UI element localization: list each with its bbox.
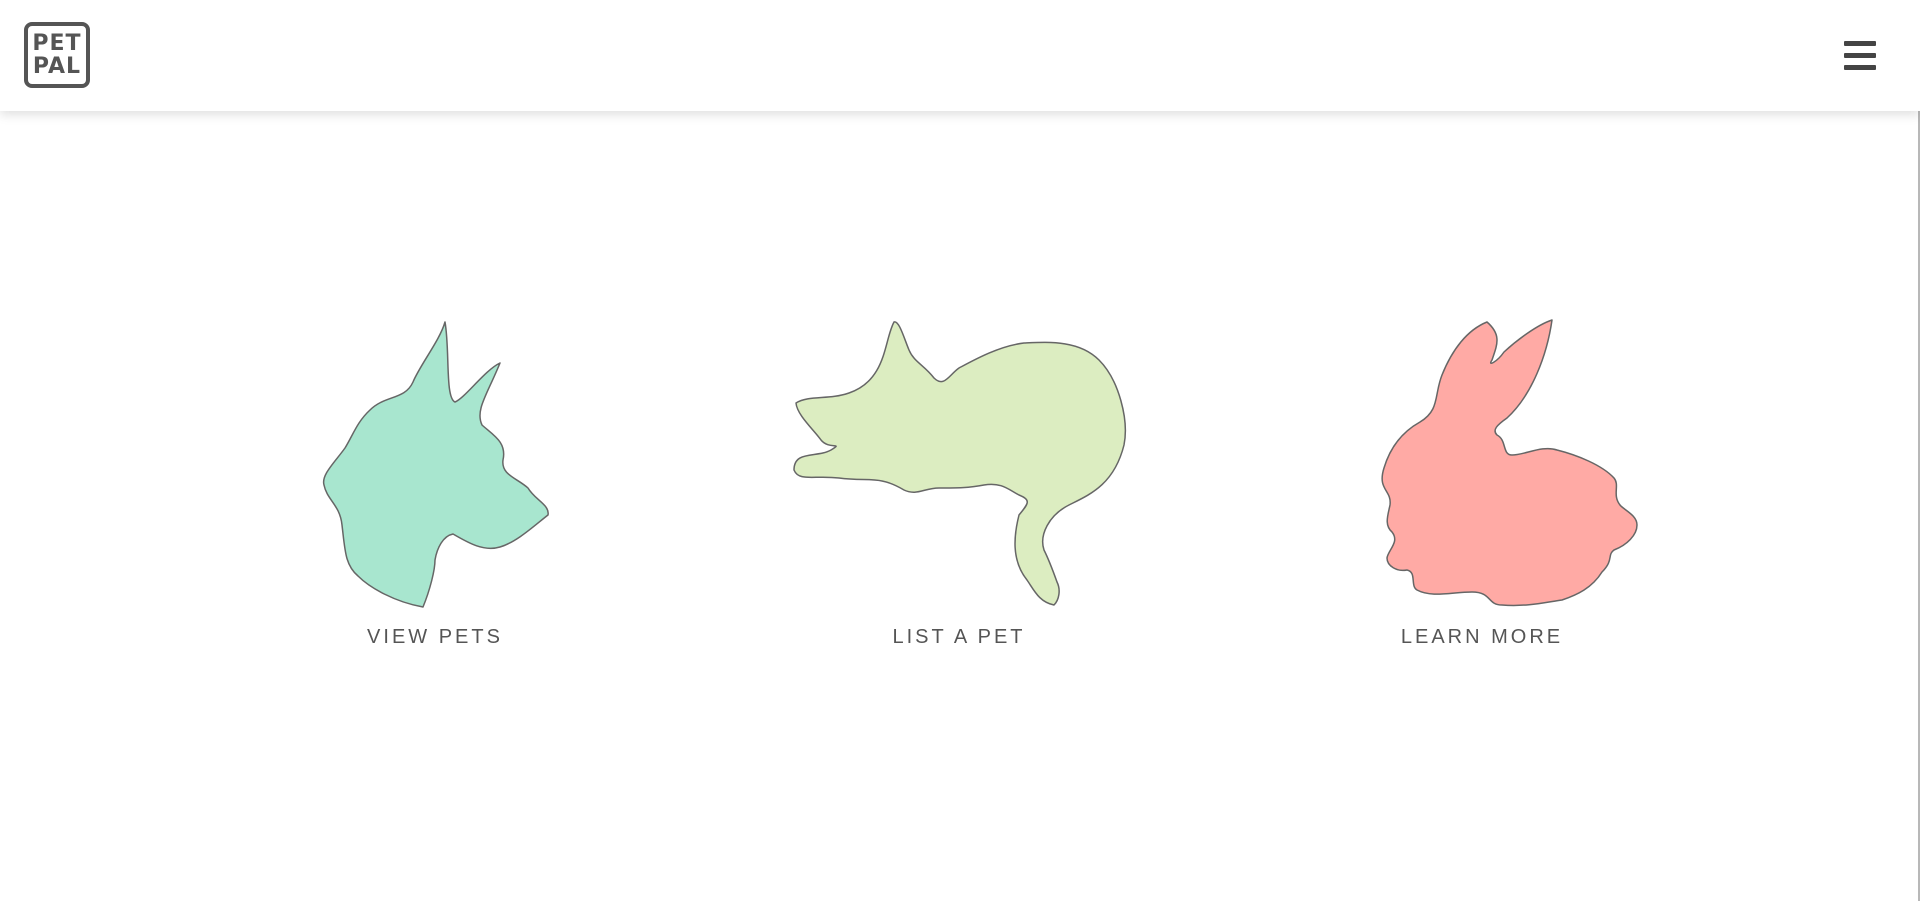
view-pets-label: VIEW PETS (367, 626, 503, 648)
page: PET PAL VIEW PETS LIST A PET LEARN MORE (0, 0, 1920, 901)
list-a-pet-link[interactable]: LIST A PET (769, 310, 1149, 660)
hamburger-menu-icon[interactable] (1843, 40, 1877, 72)
cat-silhouette-icon (793, 321, 1126, 606)
dog-silhouette-shape (322, 321, 549, 608)
view-pets-link[interactable]: VIEW PETS (245, 310, 625, 660)
learn-more-link[interactable]: LEARN MORE (1292, 310, 1672, 660)
bunny-silhouette-icon (1381, 319, 1638, 607)
logo-text-line-1: PET (32, 31, 82, 56)
menu-bar (1844, 65, 1876, 70)
cat-silhouette-shape (793, 321, 1126, 606)
logo-text-line-2: PAL (32, 54, 82, 79)
top-header: PET PAL (0, 0, 1920, 111)
learn-more-label: LEARN MORE (1400, 626, 1564, 648)
bunny-silhouette-shape (1381, 319, 1638, 607)
menu-bar (1844, 41, 1876, 46)
pet-pal-logo[interactable]: PET PAL (24, 22, 90, 88)
list-a-pet-label: LIST A PET (892, 626, 1026, 648)
menu-bar (1844, 53, 1876, 58)
dog-silhouette-icon (322, 321, 549, 608)
